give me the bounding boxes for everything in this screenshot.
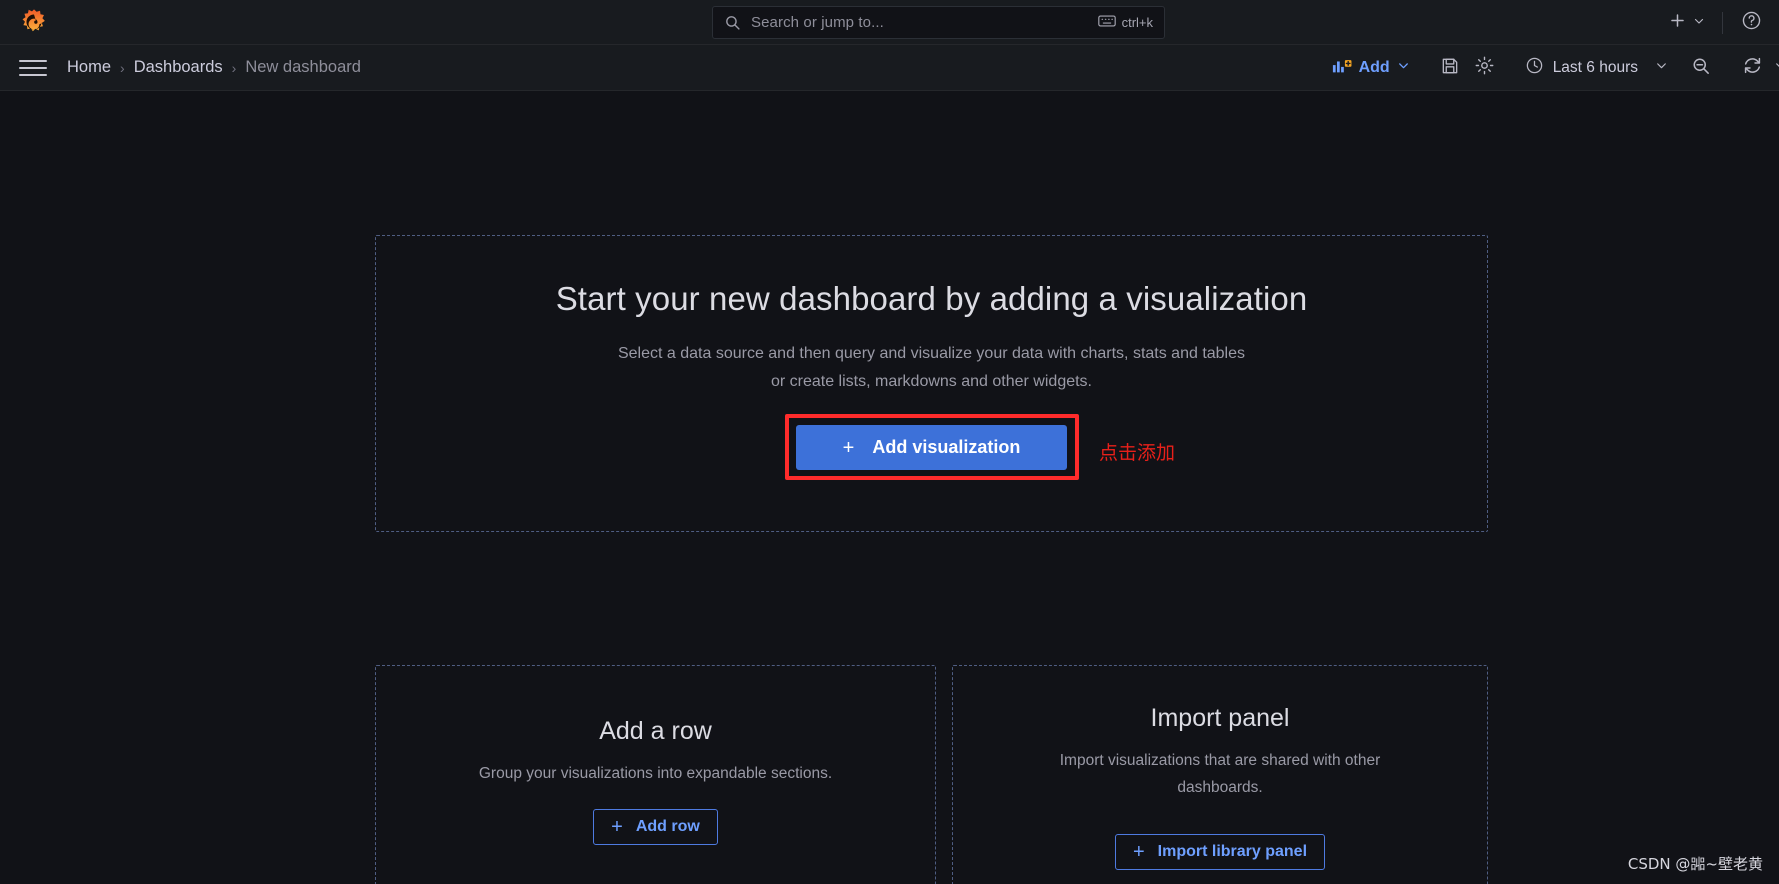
add-row-panel: Add a row Group your visualizations into… [375,665,936,884]
save-disk-icon [1440,56,1460,81]
grafana-logo-icon [22,9,45,32]
save-dashboard-button[interactable] [1434,52,1466,84]
grafana-logo[interactable] [18,6,50,38]
time-range-picker[interactable]: Last 6 hours [1517,52,1676,84]
chevron-down-icon [1693,14,1705,32]
dashboard-toolbar-actions: Add Last 6 hours [1324,45,1779,91]
hamburger-menu-icon[interactable] [19,53,49,83]
refresh-dashboard-button[interactable] [1736,52,1768,84]
add-row-description: Group your visualizations into expandabl… [478,765,833,782]
add-visualization-cta-wrapper: + Add visualization 点击添加 [785,414,1175,480]
gear-icon [1474,55,1495,81]
search-shortcut-hint: ctrl+k [1097,14,1153,31]
breadcrumb: Home › Dashboards › New dashboard [67,58,361,77]
dashboard-empty-state: Start your new dashboard by adding a vis… [0,91,1779,884]
help-button[interactable] [1735,7,1767,39]
chevron-down-icon [1397,59,1410,77]
add-panel-button[interactable]: Add [1324,52,1418,84]
search-input[interactable]: Search or jump to... ctrl+k [712,6,1165,39]
add-panel-label: Add [1358,59,1390,76]
add-panel-icon [1332,57,1352,80]
search-icon [724,14,741,31]
add-row-title: Add a row [599,717,712,745]
plus-icon: + [1132,841,1145,863]
top-navigation-actions [1663,0,1767,45]
hero-description: Select a data source and then query and … [618,340,1245,396]
search-placeholder-text: Search or jump to... [751,14,884,31]
add-row-button-label: Add row [635,818,700,835]
import-panel-description: Import visualizations that are shared wi… [1059,752,1381,796]
search-shortcut-text: ctrl+k [1121,15,1153,30]
chevron-down-icon [1655,59,1668,77]
plus-icon [1668,11,1687,35]
new-item-button[interactable] [1663,7,1710,39]
dashboard-settings-button[interactable] [1469,52,1501,84]
refresh-interval-dropdown[interactable] [1771,52,1779,84]
dashboard-toolbar: Home › Dashboards › New dashboard Add La… [0,45,1779,91]
import-panel-title: Import panel [1150,704,1290,732]
plus-icon: + [611,816,623,838]
add-visualization-button[interactable]: + Add visualization [796,425,1067,470]
annotation-label: 点击添加 [1099,442,1176,464]
help-circle-icon [1741,10,1762,36]
keyboard-icon [1097,14,1116,31]
import-library-panel-button[interactable]: + Import library panel [1114,834,1326,870]
breadcrumb-item-current: New dashboard [245,58,361,76]
add-row-button[interactable]: + Add row [593,809,718,845]
hero-description-line-2: or create lists, markdowns and other wid… [770,373,1092,390]
refresh-icon [1742,55,1763,81]
toolbar-divider [1722,11,1723,34]
hero-description-line-1: Select a data source and then query and … [617,345,1246,362]
page-title: Start your new dashboard by adding a vis… [555,280,1308,317]
add-visualization-label: Add visualization [872,437,1021,457]
chevron-down-icon [1774,59,1779,77]
zoom-out-icon [1691,56,1711,81]
clock-icon [1525,56,1544,80]
top-navigation-bar: Search or jump to... ctrl+k [0,0,1779,45]
import-panel-panel: Import panel Import visualizations that … [952,665,1488,884]
global-search[interactable]: Search or jump to... ctrl+k [712,6,1165,39]
breadcrumb-separator: › [231,59,237,76]
breadcrumb-separator: › [120,59,125,76]
plus-icon: + [842,436,855,459]
watermark: CSDN @嘂~壁老黄 [1627,855,1763,873]
add-visualization-panel: Start your new dashboard by adding a vis… [375,235,1488,532]
breadcrumb-item-home[interactable]: Home [67,58,111,77]
zoom-out-time-button[interactable] [1685,52,1717,84]
breadcrumb-item-dashboards[interactable]: Dashboards [134,58,223,77]
time-range-label: Last 6 hours [1552,59,1638,76]
import-library-panel-label: Import library panel [1157,843,1308,860]
